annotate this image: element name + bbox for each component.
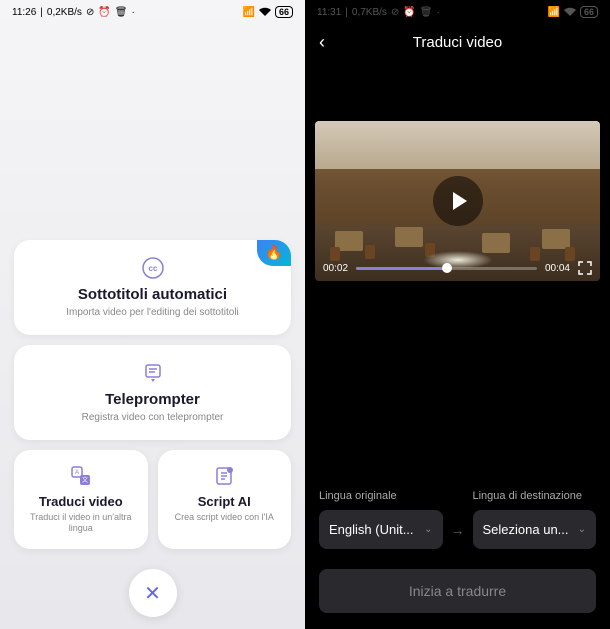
svg-text:cc: cc bbox=[148, 264, 157, 273]
status-speed: 0,2KB/s bbox=[47, 7, 82, 18]
wifi-icon bbox=[563, 7, 577, 17]
card-title: Teleprompter bbox=[105, 391, 200, 408]
status-right: 📶 66 bbox=[243, 6, 293, 18]
cc-icon: cc bbox=[141, 256, 165, 280]
chevron-down-icon: ⌄ bbox=[424, 524, 432, 535]
language-selects: English (Unit... ⌄ → Seleziona un... ⌄ bbox=[319, 510, 596, 549]
language-section: Lingua originale Lingua di destinazione … bbox=[319, 490, 596, 549]
clock-icon: ⏰ bbox=[98, 7, 110, 18]
trash-icon: 🗑 bbox=[115, 7, 128, 18]
status-left: 11:31 | 0,7KB/s ⊘ ⏰ 🗑 · bbox=[317, 7, 440, 18]
translate-icon: A文 bbox=[69, 464, 93, 488]
status-right: 📶 66 bbox=[548, 6, 598, 18]
fire-badge-icon: 🔥 bbox=[257, 240, 291, 266]
teleprompter-icon bbox=[141, 361, 165, 385]
signal-icon: 📶 bbox=[548, 7, 560, 18]
left-screen: 11:26 | 0,2KB/s ⊘ ⏰ 🗑 · 📶 66 🔥 cc Sottot… bbox=[0, 0, 305, 629]
wifi-icon bbox=[258, 7, 272, 17]
card-subtitle: Registra video con teleprompter bbox=[82, 411, 224, 424]
language-labels: Lingua originale Lingua di destinazione bbox=[319, 490, 596, 502]
chevron-left-icon: ‹ bbox=[319, 32, 325, 52]
start-translate-button[interactable]: Inizia a tradurre bbox=[319, 569, 596, 613]
target-language-select[interactable]: Seleziona un... ⌄ bbox=[473, 510, 597, 549]
video-player[interactable]: 00:02 00:04 bbox=[315, 121, 600, 281]
clock-icon: ⏰ bbox=[403, 7, 415, 18]
back-button[interactable]: ‹ bbox=[319, 32, 325, 53]
play-button[interactable] bbox=[433, 176, 483, 226]
close-icon: ✕ bbox=[144, 581, 161, 606]
alarm-off-icon: ⊘ bbox=[391, 7, 399, 18]
svg-text:A: A bbox=[75, 470, 79, 476]
status-bar: 11:26 | 0,2KB/s ⊘ ⏰ 🗑 · 📶 66 bbox=[0, 0, 305, 24]
card-title: Script AI bbox=[198, 494, 251, 509]
chevron-down-icon: ⌄ bbox=[578, 524, 586, 535]
translate-video-card[interactable]: A文 Traduci video Traduci il video in un'… bbox=[14, 450, 148, 549]
source-language-label: Lingua originale bbox=[319, 490, 443, 502]
script-ai-card[interactable]: Script AI Crea script video con l'IA bbox=[158, 450, 292, 549]
teleprompter-card[interactable]: Teleprompter Registra video con teleprom… bbox=[14, 345, 291, 440]
cards-container: 🔥 cc Sottotitoli automatici Importa vide… bbox=[14, 240, 291, 549]
trash-icon: 🗑 bbox=[420, 7, 433, 18]
auto-subtitles-card[interactable]: 🔥 cc Sottotitoli automatici Importa vide… bbox=[14, 240, 291, 335]
battery-icon: 66 bbox=[580, 6, 598, 18]
status-time: 11:26 bbox=[12, 7, 36, 18]
close-button[interactable]: ✕ bbox=[129, 569, 177, 617]
signal-icon: 📶 bbox=[243, 7, 255, 18]
alarm-off-icon: ⊘ bbox=[86, 7, 94, 18]
card-subtitle: Importa video per l'editing dei sottotit… bbox=[66, 306, 239, 319]
video-controls: 00:02 00:04 bbox=[323, 261, 592, 275]
status-left: 11:26 | 0,2KB/s ⊘ ⏰ 🗑 · bbox=[12, 7, 135, 18]
progress-fill bbox=[356, 267, 446, 270]
page-header: ‹ Traduci video bbox=[305, 24, 610, 61]
card-row: A文 Traduci video Traduci il video in un'… bbox=[14, 450, 291, 549]
video-duration: 00:04 bbox=[545, 263, 570, 274]
page-title: Traduci video bbox=[319, 34, 596, 51]
card-title: Traduci video bbox=[39, 494, 123, 509]
card-title: Sottotitoli automatici bbox=[78, 286, 227, 303]
video-current-time: 00:02 bbox=[323, 263, 348, 274]
video-progress-bar[interactable] bbox=[356, 267, 537, 270]
play-icon bbox=[453, 192, 467, 210]
progress-thumb[interactable] bbox=[442, 263, 452, 273]
svg-text:文: 文 bbox=[82, 476, 88, 484]
source-language-select[interactable]: English (Unit... ⌄ bbox=[319, 510, 443, 549]
translate-button-label: Inizia a tradurre bbox=[409, 583, 506, 599]
card-subtitle: Traduci il video in un'altra lingua bbox=[22, 512, 140, 535]
target-language-label: Lingua di destinazione bbox=[473, 490, 597, 502]
battery-icon: 66 bbox=[275, 6, 293, 18]
arrow-right-icon: → bbox=[451, 522, 465, 538]
target-language-value: Seleziona un... bbox=[483, 522, 569, 537]
script-ai-icon bbox=[212, 464, 236, 488]
status-speed: 0,7KB/s bbox=[352, 7, 387, 18]
right-screen: 11:31 | 0,7KB/s ⊘ ⏰ 🗑 · 📶 66 ‹ Traduci v… bbox=[305, 0, 610, 629]
source-language-value: English (Unit... bbox=[329, 522, 414, 537]
fullscreen-button[interactable] bbox=[578, 261, 592, 275]
status-bar: 11:31 | 0,7KB/s ⊘ ⏰ 🗑 · 📶 66 bbox=[305, 0, 610, 24]
status-time: 11:31 bbox=[317, 7, 341, 18]
card-subtitle: Crea script video con l'IA bbox=[175, 512, 274, 524]
